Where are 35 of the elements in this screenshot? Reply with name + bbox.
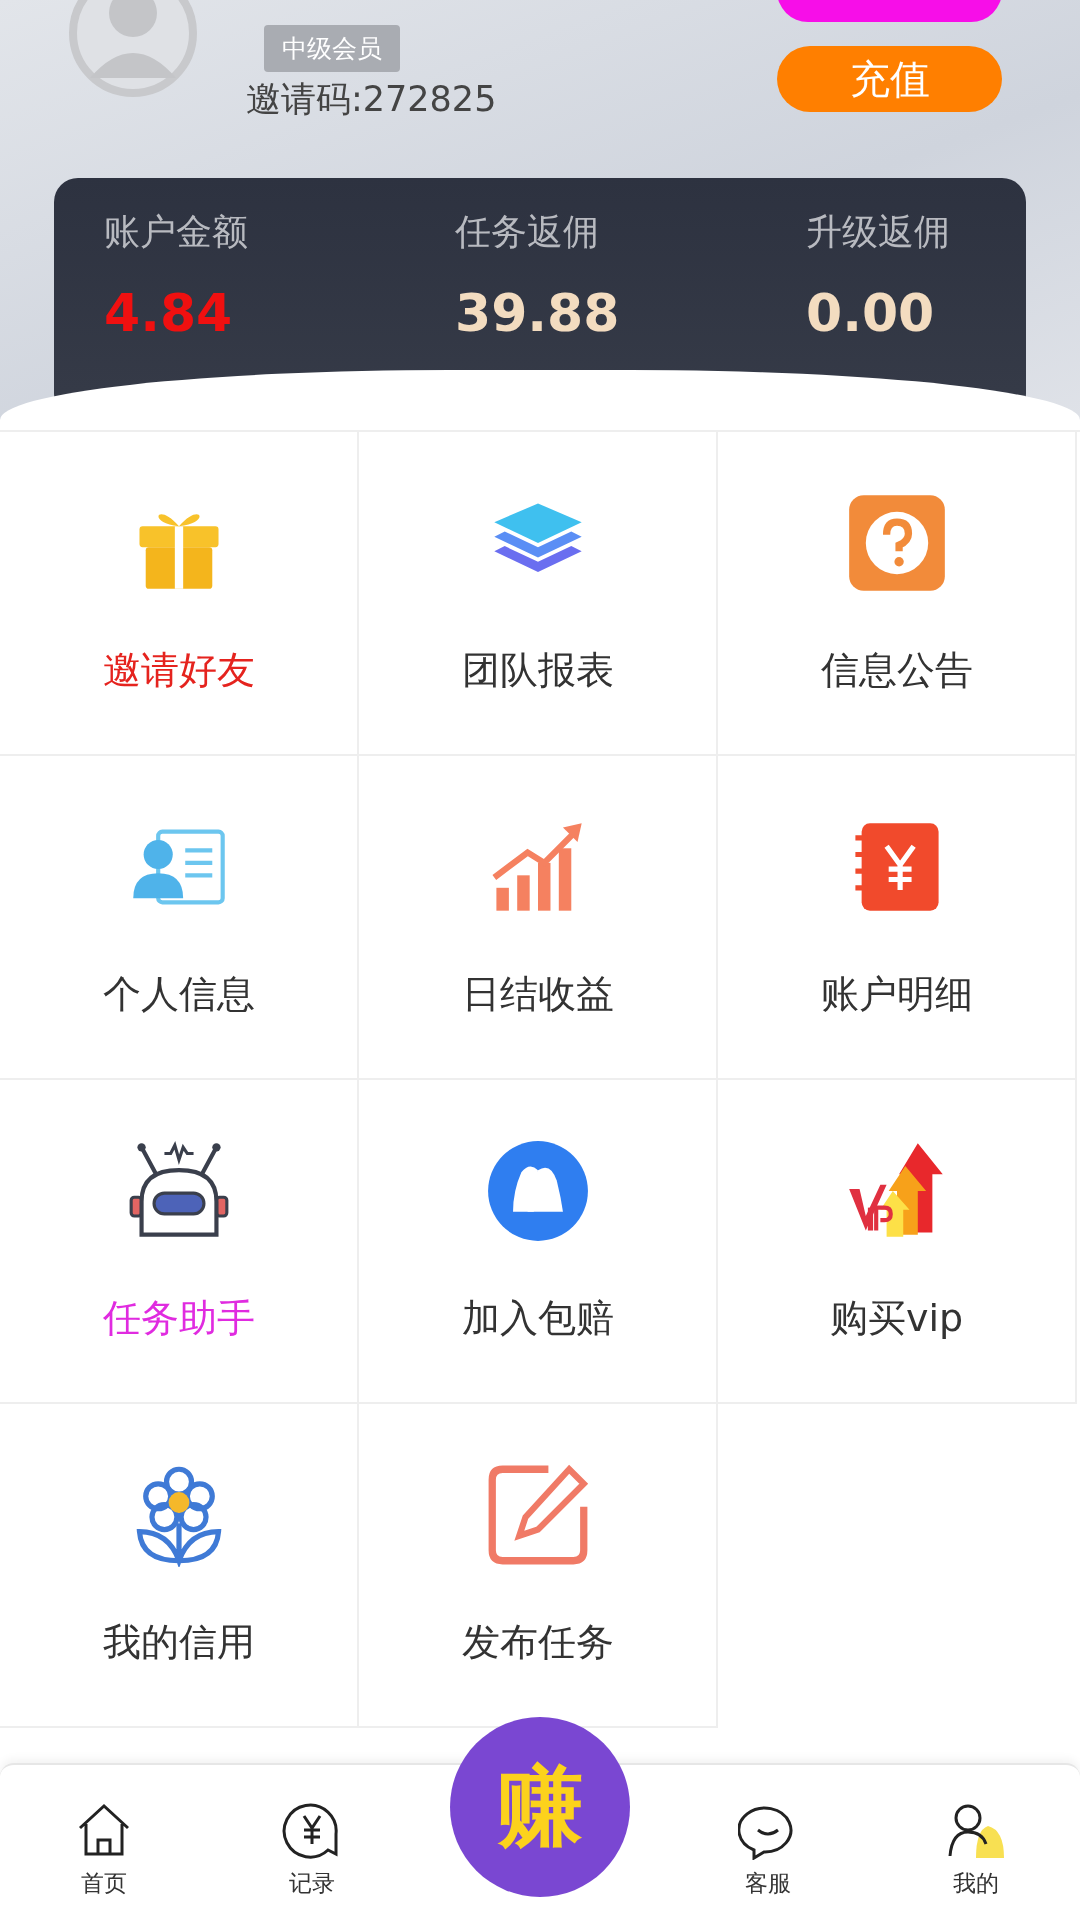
- menu-label: 团队报表: [461, 646, 614, 694]
- menu-item[interactable]: 账户明细: [718, 756, 1077, 1080]
- menu-label: 账户明细: [820, 970, 973, 1018]
- menu-item[interactable]: 日结收益: [359, 756, 718, 1080]
- balance-label: 账户金额: [104, 210, 249, 254]
- balance-value: 0.00: [806, 283, 936, 343]
- balance-value: 39.88: [455, 283, 621, 343]
- balance-label: 升级返佣: [806, 210, 951, 254]
- menu-item[interactable]: 信息公告: [718, 432, 1077, 756]
- tab-item[interactable]: 记录: [207, 1786, 416, 1899]
- earn-button[interactable]: 赚: [450, 1717, 630, 1897]
- tab-item[interactable]: 我的: [872, 1786, 1080, 1899]
- invite-code: 邀请码:272825: [246, 78, 497, 121]
- balance-label: 任务返佣: [455, 210, 600, 254]
- menu-label: 邀请好友: [102, 646, 255, 694]
- balance-value: 4.84: [104, 283, 234, 343]
- menu-label: 信息公告: [820, 646, 973, 694]
- menu-item[interactable]: 加入包赔: [359, 1080, 718, 1404]
- menu-label: 加入包赔: [461, 1294, 614, 1342]
- menu-item[interactable]: 团队报表: [359, 432, 718, 756]
- menu-item[interactable]: 任务助手: [0, 1080, 359, 1404]
- menu-item[interactable]: 个人信息: [0, 756, 359, 1080]
- menu-item[interactable]: 购买vip: [718, 1080, 1077, 1404]
- menu-label: 个人信息: [102, 970, 255, 1018]
- member-level-badge: 中级会员: [264, 25, 400, 72]
- avatar-icon: [68, 0, 198, 98]
- tab-item[interactable]: 客服: [664, 1786, 873, 1899]
- menu-label: 购买vip: [829, 1294, 964, 1342]
- menu-label: 我的信用: [102, 1618, 255, 1666]
- tab-item[interactable]: 首页: [0, 1786, 208, 1899]
- menu-label: 日结收益: [461, 970, 614, 1018]
- menu-item[interactable]: 邀请好友: [0, 432, 359, 756]
- menu-item[interactable]: 我的信用: [0, 1404, 359, 1728]
- menu-label: 发布任务: [461, 1618, 614, 1666]
- menu-label: 任务助手: [102, 1294, 255, 1342]
